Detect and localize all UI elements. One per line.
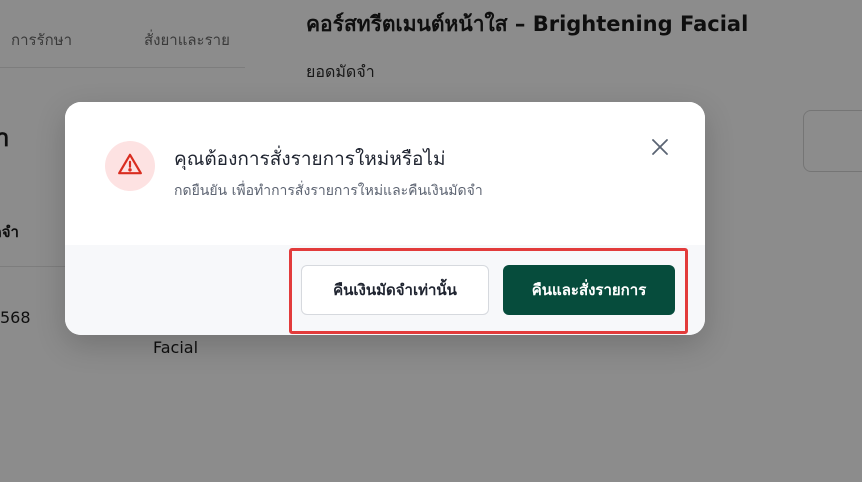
confirm-reorder-modal: คุณต้องการสั่งรายการใหม่หรือไม่ กดยืนยัน… [65,102,705,335]
warning-badge [105,141,155,191]
refund-and-reorder-button[interactable]: คืนและสั่งรายการ [503,265,675,315]
close-icon [650,137,670,161]
modal-description: กดยืนยัน เพื่อทำการสั่งรายการใหม่และคืนเ… [174,183,483,199]
modal-body: คุณต้องการสั่งรายการใหม่หรือไม่ กดยืนยัน… [65,102,705,245]
warning-triangle-icon [117,151,143,181]
modal-title: คุณต้องการสั่งรายการใหม่หรือไม่ [174,148,446,170]
refund-deposit-only-button[interactable]: คืนเงินมัดจำเท่านั้น [301,265,489,315]
close-button[interactable] [644,133,676,165]
page: การรักษา สั่งยาและราย า ดจำ 568 Facial ค… [0,0,862,482]
